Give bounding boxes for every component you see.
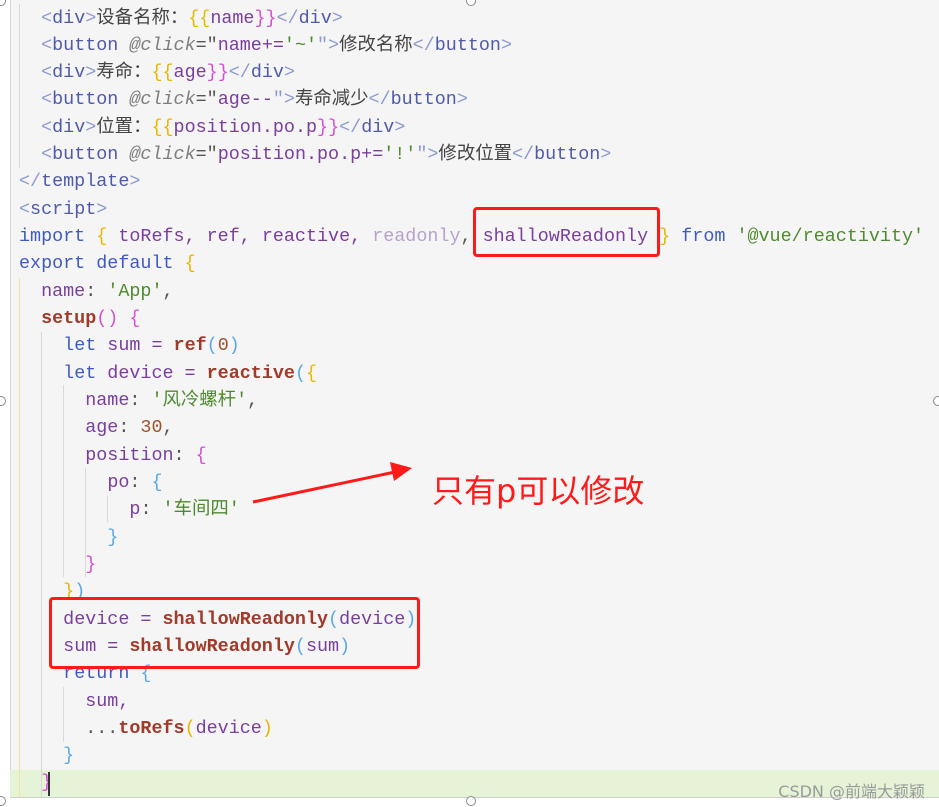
watermark: CSDN @前端大颖颖 xyxy=(778,782,925,801)
resize-handle[interactable] xyxy=(466,796,476,806)
annotation-note: 只有p可以修改 xyxy=(432,472,645,510)
arrow-icon xyxy=(252,462,412,504)
arrow-head xyxy=(390,462,412,481)
resize-handle[interactable] xyxy=(933,396,939,406)
arrow-shaft xyxy=(252,470,396,504)
